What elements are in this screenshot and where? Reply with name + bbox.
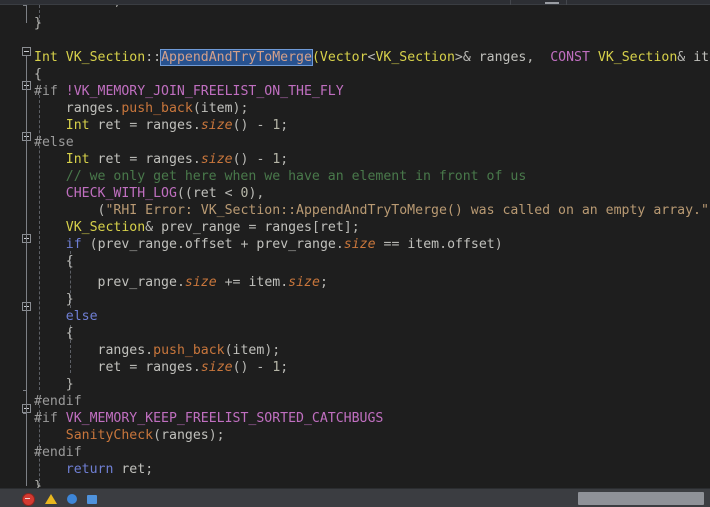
selected-symbol[interactable]: AppendAndTryToMerge [160, 49, 313, 66]
code-line[interactable]: return ret; [0, 461, 710, 478]
code-line[interactable]: ranges.push_back(item); [0, 342, 710, 359]
code-line-preprocessor[interactable]: #if !VK_MEMORY_JOIN_FREELIST_ON_THE_FLY [0, 83, 710, 100]
code-line[interactable]: } [0, 376, 710, 393]
editor-surface[interactable]: return ret; } Int VK_Section::AppendAndT… [0, 5, 710, 488]
code-line[interactable]: ret = ranges.size() - 1; [0, 359, 710, 376]
code-line[interactable]: prev_range.size += item.size; [0, 274, 710, 291]
code-line[interactable]: SanityCheck(ranges); [0, 427, 710, 444]
error-list-toolbar[interactable] [0, 488, 710, 507]
code-line[interactable]: Int ret = ranges.size() - 1; [0, 117, 710, 134]
severity-filter-group[interactable] [22, 492, 97, 506]
code-line-string[interactable]: ("RHI Error: VK_Section::AppendAndTryToM… [0, 202, 710, 219]
code-line-preprocessor[interactable]: #endif [0, 444, 710, 461]
code-line[interactable]: else [0, 308, 710, 325]
code-text-area[interactable]: return ret; } Int VK_Section::AppendAndT… [0, 5, 710, 488]
code-line[interactable]: if (prev_range.offset + prev_range.size … [0, 236, 710, 253]
code-line[interactable]: VK_Section& prev_range = ranges[ret]; [0, 219, 710, 236]
code-line-preprocessor[interactable]: #endif [0, 393, 710, 410]
code-line[interactable]: { [0, 325, 710, 342]
code-line[interactable] [0, 32, 710, 49]
code-editor-window: return ret; } Int VK_Section::AppendAndT… [0, 0, 710, 507]
code-line[interactable]: } [0, 291, 710, 308]
clipped-top-line: return ret; [34, 5, 121, 10]
code-line[interactable]: { [0, 66, 710, 83]
code-line-preprocessor[interactable]: #else [0, 134, 710, 151]
code-line[interactable]: CHECK_WITH_LOG((ret < 0), [0, 185, 710, 202]
info-icon[interactable] [67, 494, 77, 504]
code-line[interactable]: } [0, 478, 710, 488]
code-line-preprocessor[interactable]: #if VK_MEMORY_KEEP_FREELIST_SORTED_CATCH… [0, 410, 710, 427]
code-line-comment[interactable]: // we only get here when we have an elem… [0, 168, 710, 185]
code-line-signature[interactable]: Int VK_Section::AppendAndTryToMerge(Vect… [0, 49, 710, 66]
error-icon[interactable] [22, 492, 35, 506]
message-icon[interactable] [87, 494, 97, 504]
warning-icon[interactable] [45, 494, 57, 504]
search-input[interactable] [578, 492, 704, 505]
code-line[interactable]: { [0, 253, 710, 270]
code-line[interactable]: Int ret = ranges.size() - 1; [0, 151, 710, 168]
minimize-icon[interactable] [545, 2, 559, 4]
code-line[interactable]: ranges.push_back(item); [0, 100, 710, 117]
code-line[interactable]: } [0, 15, 710, 32]
